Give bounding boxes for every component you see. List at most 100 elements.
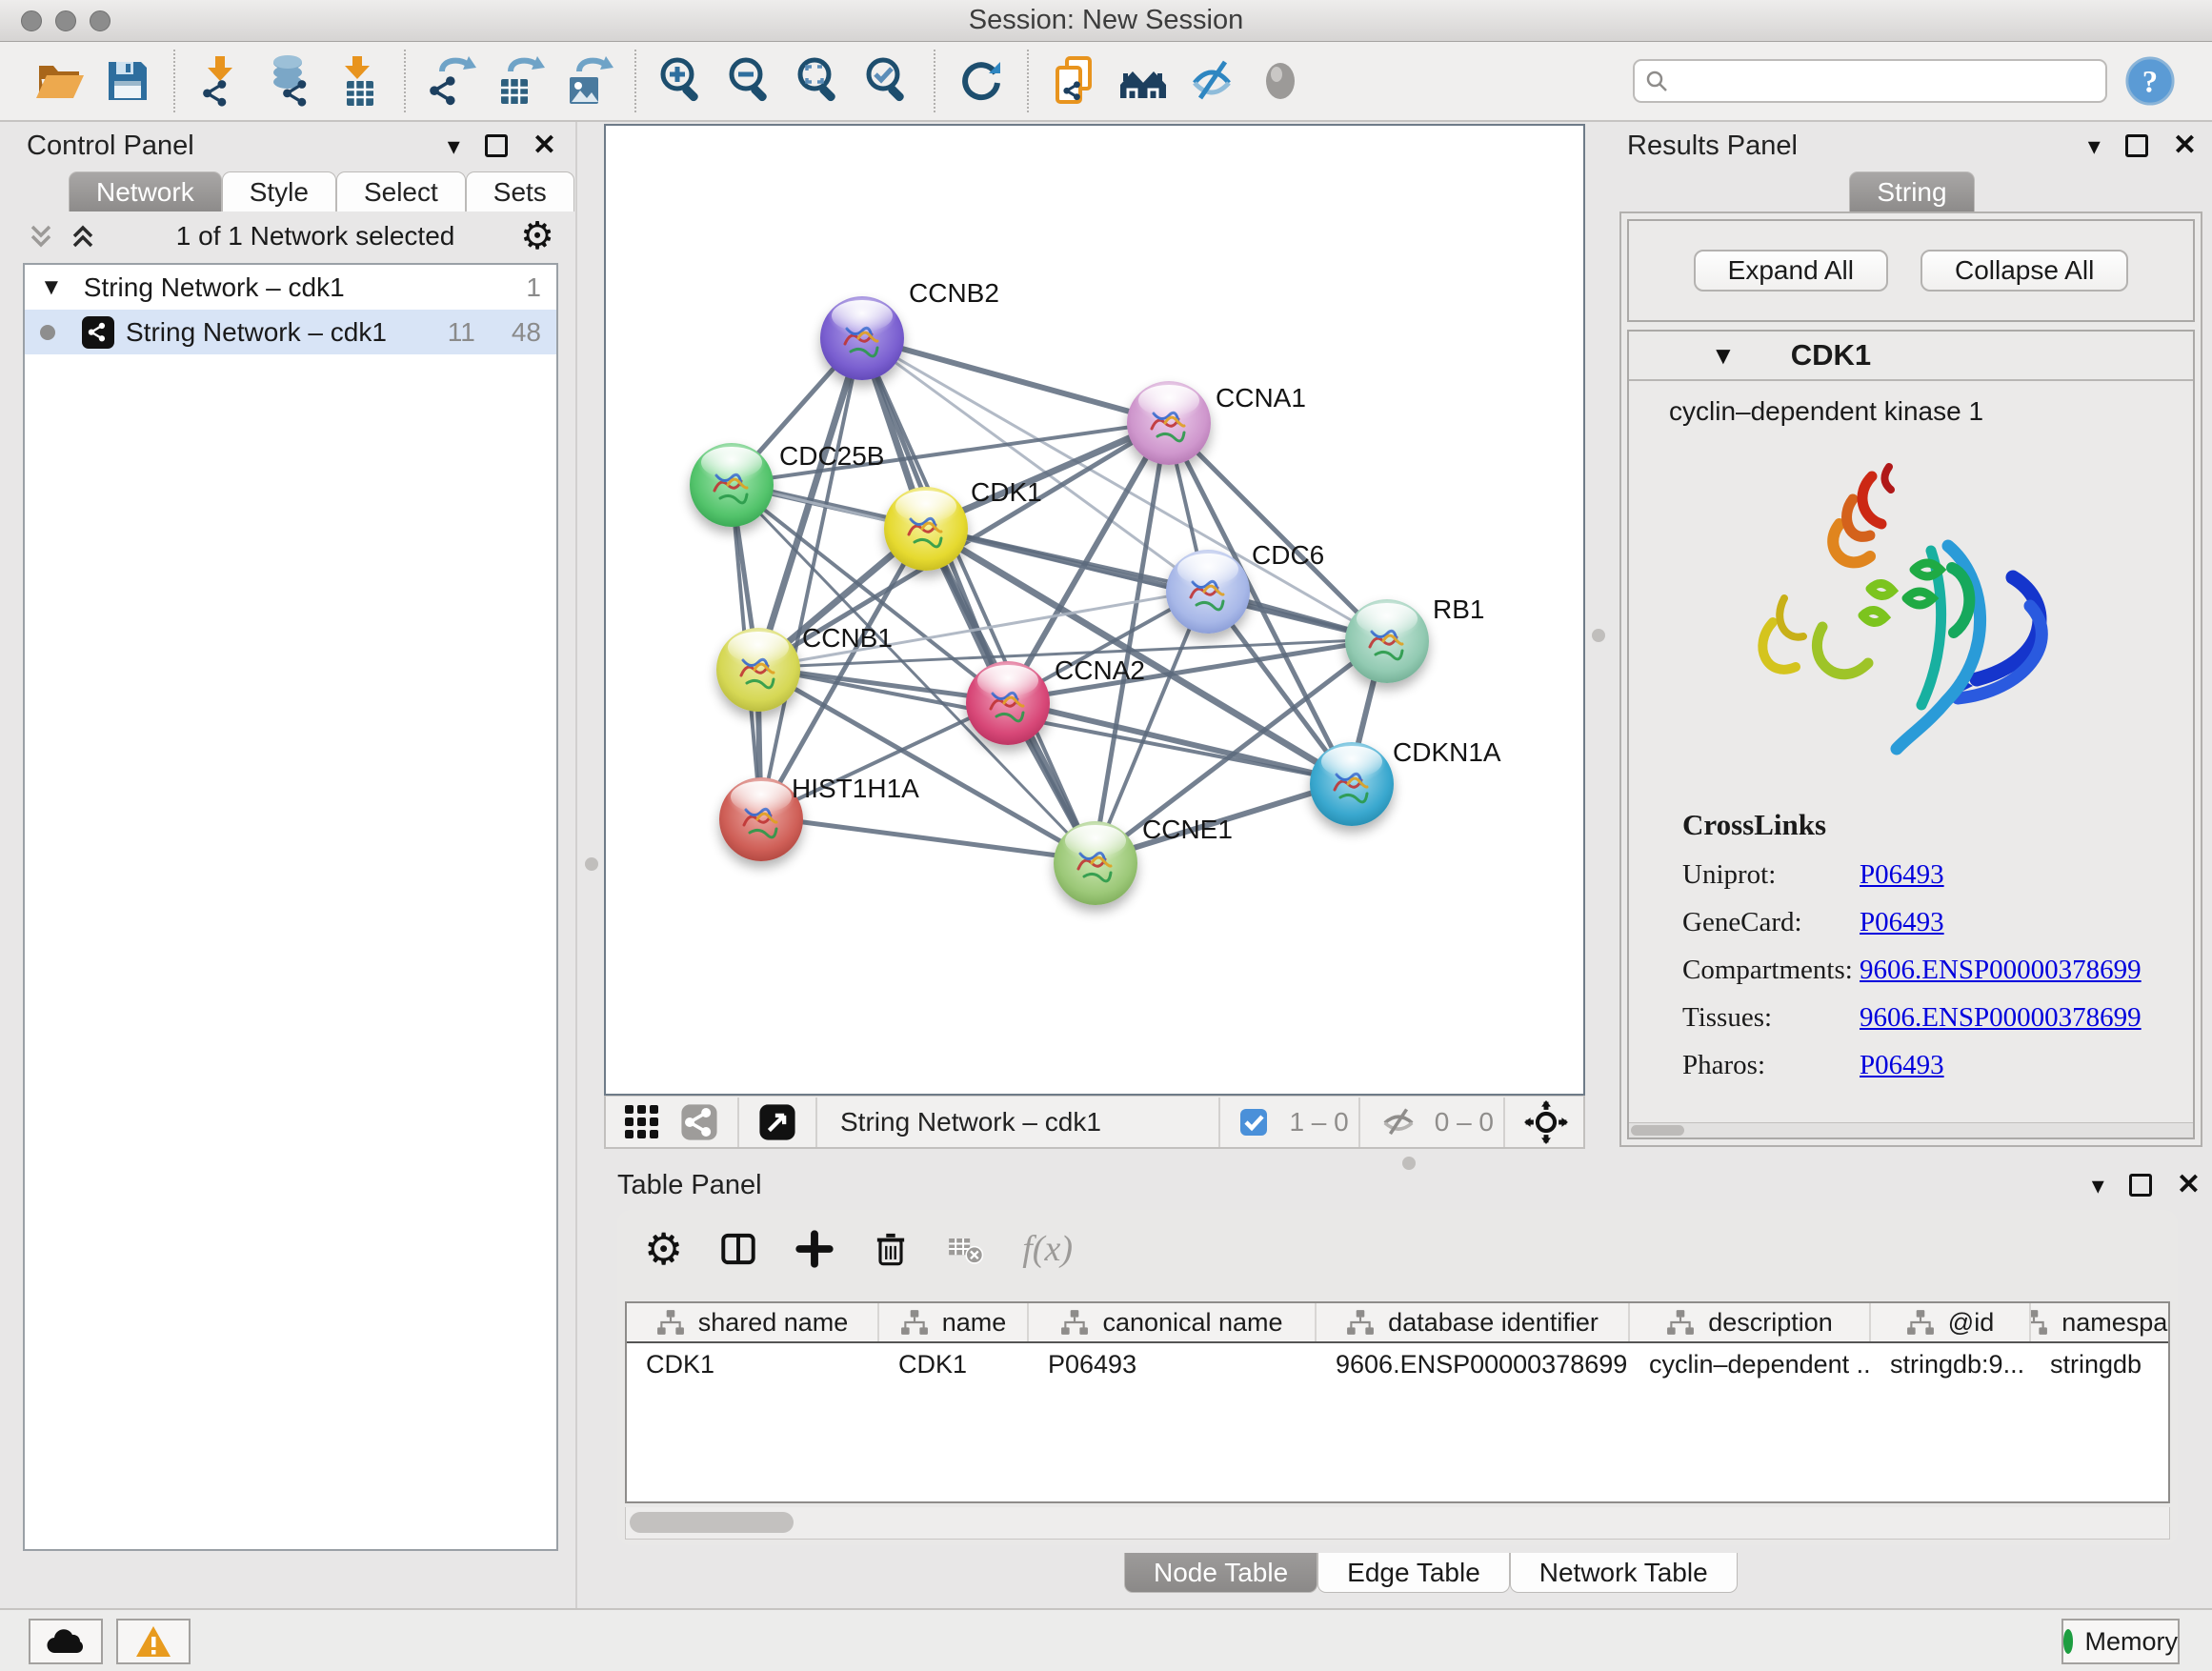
table-row[interactable]: CDK1CDK1P064939606.ENSP00000378699cyclin… bbox=[627, 1343, 2168, 1385]
table-cell[interactable]: 9606.ENSP00000378699 bbox=[1317, 1343, 1630, 1385]
fit-content-crosshair-icon[interactable] bbox=[1524, 1100, 1568, 1144]
network-collection-row[interactable]: ▼ String Network – cdk1 1 bbox=[25, 265, 556, 310]
left-splitter-handle[interactable] bbox=[585, 857, 598, 871]
import-network-from-database-icon[interactable] bbox=[260, 51, 319, 111]
network-edge[interactable] bbox=[861, 337, 1167, 422]
table-cell[interactable]: stringdb bbox=[2031, 1343, 2170, 1385]
collapse-all-networks-icon[interactable] bbox=[27, 222, 55, 251]
refresh-icon[interactable] bbox=[952, 51, 1011, 111]
table-cell[interactable]: CDK1 bbox=[627, 1343, 879, 1385]
column-header-database-identifier[interactable]: database identifier bbox=[1317, 1303, 1630, 1341]
network-row[interactable]: String Network – cdk1 11 48 bbox=[25, 310, 556, 354]
open-in-new-icon[interactable] bbox=[758, 1103, 796, 1141]
tab-string[interactable]: String bbox=[1849, 171, 1974, 211]
crosslink-compartments-link[interactable]: 9606.ENSP00000378699 bbox=[1860, 955, 2142, 986]
minimize-window-button[interactable] bbox=[55, 10, 76, 31]
network-node-cdk1[interactable] bbox=[884, 487, 968, 571]
control-panel-float-icon[interactable] bbox=[485, 134, 508, 157]
table-cell[interactable]: cyclin–dependent ... bbox=[1630, 1343, 1871, 1385]
export-network-icon[interactable] bbox=[422, 51, 481, 111]
clone-network-icon[interactable] bbox=[1045, 51, 1104, 111]
help-icon[interactable]: ? bbox=[2124, 55, 2176, 107]
zoom-selected-icon[interactable] bbox=[858, 51, 917, 111]
tab-node-table[interactable]: Node Table bbox=[1124, 1553, 1317, 1593]
column-header-description[interactable]: description bbox=[1630, 1303, 1871, 1341]
table-panel-float-icon[interactable] bbox=[2129, 1174, 2152, 1197]
delete-column-icon[interactable] bbox=[870, 1228, 912, 1270]
first-neighbors-icon[interactable] bbox=[1114, 51, 1173, 111]
selected-checkbox-icon[interactable] bbox=[1239, 1108, 1268, 1137]
expand-all-button[interactable]: Expand All bbox=[1694, 250, 1888, 292]
tab-sets[interactable]: Sets bbox=[466, 171, 574, 211]
crosslink-genecard-link[interactable]: P06493 bbox=[1860, 907, 1944, 938]
table-cell[interactable]: stringdb:9... bbox=[1871, 1343, 2031, 1385]
maximize-window-button[interactable] bbox=[90, 10, 111, 31]
column-header-namespace[interactable]: namespace bbox=[2031, 1303, 2170, 1341]
import-network-icon[interactable] bbox=[191, 51, 251, 111]
warning-status-button[interactable] bbox=[116, 1619, 191, 1664]
zoom-in-icon[interactable] bbox=[653, 51, 712, 111]
collapse-all-button[interactable]: Collapse All bbox=[1920, 250, 2128, 292]
gene-section-header[interactable]: ▼ CDK1 bbox=[1629, 332, 2193, 381]
import-table-icon[interactable] bbox=[329, 51, 388, 111]
zoom-fit-icon[interactable] bbox=[790, 51, 849, 111]
tab-network[interactable]: Network bbox=[69, 171, 222, 211]
zoom-out-icon[interactable] bbox=[721, 51, 780, 111]
results-panel-close-icon[interactable]: ✕ bbox=[2173, 131, 2197, 160]
table-horizontal-scrollbar[interactable] bbox=[625, 1507, 2170, 1540]
network-canvas[interactable]: CCNB2 CCNA1 CDC25B CDK1 CDC6 RB1 CCNB1 C… bbox=[604, 124, 1585, 1096]
hidden-eye-icon[interactable] bbox=[1379, 1106, 1418, 1138]
network-node-cdc25b[interactable] bbox=[690, 443, 774, 527]
table-panel-collapse-icon[interactable]: ▾ bbox=[2092, 1173, 2104, 1198]
network-node-cdc6[interactable] bbox=[1166, 550, 1250, 634]
network-node-cdkn1a[interactable] bbox=[1310, 742, 1394, 826]
network-edge[interactable] bbox=[760, 816, 1094, 860]
save-session-icon[interactable] bbox=[98, 51, 157, 111]
crosslink-pharos-link[interactable]: P06493 bbox=[1860, 1050, 1944, 1081]
network-options-gear-icon[interactable]: ⚙ bbox=[520, 217, 554, 255]
right-splitter-handle[interactable] bbox=[1592, 629, 1605, 642]
control-panel-close-icon[interactable]: ✕ bbox=[533, 131, 556, 160]
results-horizontal-scrollbar[interactable] bbox=[1629, 1122, 2193, 1137]
show-columns-icon[interactable] bbox=[717, 1228, 759, 1270]
column-header-name[interactable]: name bbox=[879, 1303, 1029, 1341]
expand-all-networks-icon[interactable] bbox=[69, 222, 97, 251]
tab-network-table[interactable]: Network Table bbox=[1510, 1553, 1738, 1593]
tab-edge-table[interactable]: Edge Table bbox=[1317, 1553, 1510, 1593]
table-panel-close-icon[interactable]: ✕ bbox=[2177, 1171, 2201, 1199]
network-edge[interactable] bbox=[760, 337, 861, 816]
cloud-status-button[interactable] bbox=[29, 1619, 103, 1664]
memory-button[interactable]: Memory bbox=[2061, 1619, 2180, 1664]
table-cell[interactable]: CDK1 bbox=[879, 1343, 1029, 1385]
tab-select[interactable]: Select bbox=[336, 171, 466, 211]
network-node-ccna1[interactable] bbox=[1127, 381, 1211, 465]
crosslink-tissues-link[interactable]: 9606.ENSP00000378699 bbox=[1860, 1002, 2142, 1034]
export-table-icon[interactable] bbox=[491, 51, 550, 111]
tab-style[interactable]: Style bbox=[222, 171, 336, 211]
gene-collapse-icon[interactable]: ▼ bbox=[1711, 343, 1736, 368]
column-header-canonical-name[interactable]: canonical name bbox=[1029, 1303, 1317, 1341]
export-image-icon[interactable] bbox=[559, 51, 618, 111]
network-node-rb1[interactable] bbox=[1345, 599, 1429, 683]
collection-expand-icon[interactable]: ▼ bbox=[40, 274, 63, 301]
search-input[interactable] bbox=[1669, 62, 2105, 100]
birdseye-view-icon[interactable] bbox=[623, 1103, 661, 1141]
table-options-gear-icon[interactable]: ⚙ bbox=[644, 1227, 683, 1271]
control-panel-collapse-icon[interactable]: ▾ bbox=[448, 133, 460, 158]
network-node-ccnb2[interactable] bbox=[820, 296, 904, 380]
add-column-icon[interactable] bbox=[794, 1228, 835, 1270]
open-session-icon[interactable] bbox=[30, 51, 89, 111]
string-view-icon[interactable] bbox=[680, 1103, 718, 1141]
network-node-ccna2[interactable] bbox=[966, 661, 1050, 745]
hide-selected-icon[interactable] bbox=[1182, 51, 1241, 111]
network-node-hist1h1a[interactable] bbox=[719, 777, 803, 861]
close-window-button[interactable] bbox=[21, 10, 42, 31]
column-header-shared-name[interactable]: shared name bbox=[627, 1303, 879, 1341]
results-panel-collapse-icon[interactable]: ▾ bbox=[2088, 133, 2101, 158]
network-node-ccnb1[interactable] bbox=[716, 628, 800, 712]
results-panel-float-icon[interactable] bbox=[2125, 134, 2148, 157]
table-cell[interactable]: P06493 bbox=[1029, 1343, 1317, 1385]
network-node-ccne1[interactable] bbox=[1054, 821, 1137, 905]
crosslink-uniprot-link[interactable]: P06493 bbox=[1860, 859, 1944, 891]
column-header--id[interactable]: @id bbox=[1871, 1303, 2031, 1341]
